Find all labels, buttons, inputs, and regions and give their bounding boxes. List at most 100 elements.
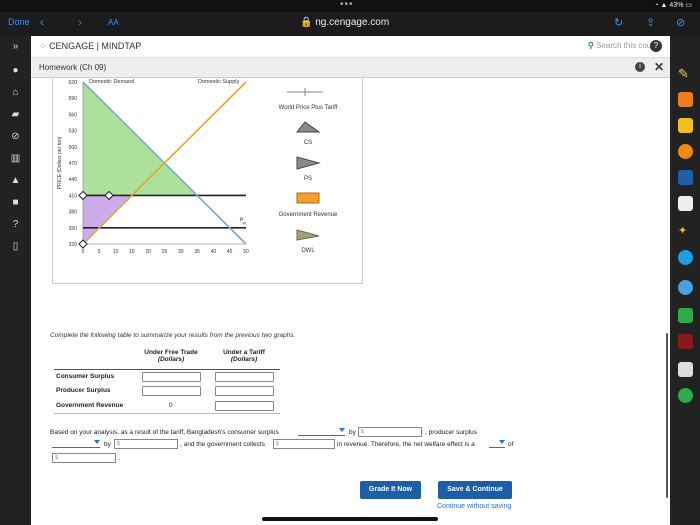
- user-icon[interactable]: ●: [9, 64, 22, 77]
- by-label-2: by: [104, 441, 111, 448]
- legend-cs: CS: [303, 140, 313, 146]
- address-bar[interactable]: 🔒 ng.cengage.com: [300, 17, 389, 28]
- back-icon[interactable]: ‹: [40, 15, 44, 29]
- compass-nav-icon[interactable]: ⊘: [9, 130, 22, 143]
- expand-icon[interactable]: »: [9, 40, 22, 53]
- pw-subscript: W: [242, 221, 246, 225]
- tariff-graph[interactable]: 320 350 380 410 440 470 500 530 560 590 620 0 5 10 15 2…: [53, 78, 283, 258]
- compass-icon[interactable]: ⊘: [676, 16, 685, 29]
- analysis-text-2: , producer surplus: [425, 429, 478, 436]
- producer-surplus-change-dropdown[interactable]: [52, 439, 100, 448]
- done-button[interactable]: Done: [8, 17, 30, 27]
- grade-it-now-button[interactable]: Grade It Now: [360, 481, 421, 499]
- government-revenue-tool[interactable]: [293, 190, 323, 206]
- share-icon[interactable]: ⇪: [646, 16, 655, 29]
- y-tick-label: 500: [69, 145, 78, 151]
- of-label: of: [508, 441, 514, 448]
- forward-icon[interactable]: ›: [78, 15, 82, 29]
- chevron-down-icon: [94, 440, 100, 444]
- legend-dwl: DWL: [301, 248, 315, 254]
- analysis-text-1: Based on your analysis, as a result of t…: [50, 429, 279, 436]
- reader-icon[interactable]: ▥: [9, 152, 22, 165]
- demand-label: Domestic Demand: [89, 79, 134, 85]
- continue-without-saving-link[interactable]: Continue without saving: [437, 503, 511, 510]
- status-bar: ••• ◔ ▲ 43% ▭: [0, 0, 700, 12]
- net-welfare-dropdown[interactable]: [489, 439, 505, 448]
- x-tick-label: 0: [82, 249, 85, 255]
- reload-icon[interactable]: ↻: [614, 16, 623, 29]
- notes-app-icon[interactable]: [678, 196, 693, 211]
- ps-tariff-input[interactable]: [215, 386, 274, 396]
- graduation-icon[interactable]: ▲: [9, 174, 22, 187]
- y-tick-label: 470: [69, 161, 78, 167]
- x-tick-label: 50: [243, 249, 249, 255]
- cengage-app-icon[interactable]: [678, 250, 693, 265]
- x-tick-label: 45: [227, 249, 233, 255]
- battery-indicator: ◔ ▲ 43% ▭: [654, 2, 692, 9]
- col-tariff-header: Under a Tariff (Dollars): [223, 349, 265, 363]
- dwl-tool[interactable]: [293, 228, 323, 242]
- highlight-app-icon[interactable]: [678, 334, 693, 349]
- y-tick-label: 440: [69, 177, 78, 183]
- activity-title: Homework (Ch 09): [39, 63, 107, 72]
- x-tick-label: 40: [211, 249, 217, 255]
- az-app-icon[interactable]: [678, 118, 693, 133]
- table-instruction: Complete the following table to summariz…: [50, 332, 296, 339]
- home-icon[interactable]: ⌂: [9, 86, 22, 99]
- cs-free-trade-input[interactable]: [142, 372, 201, 382]
- cs-change-amount-input[interactable]: $: [358, 427, 422, 437]
- rss-app-icon[interactable]: [678, 92, 693, 107]
- y-tick-label: 530: [69, 129, 78, 135]
- search-icon: ⚲: [588, 41, 594, 50]
- close-icon[interactable]: ✕: [654, 60, 664, 74]
- consumer-surplus-change-dropdown[interactable]: [298, 427, 345, 436]
- x-tick-label: 10: [113, 249, 119, 255]
- cloud-app-icon[interactable]: [678, 280, 693, 295]
- world-price-tariff-tool[interactable]: [285, 84, 325, 100]
- help-icon[interactable]: ?: [9, 218, 22, 231]
- x-tick-label: 20: [145, 249, 151, 255]
- reader-button[interactable]: AA: [108, 18, 119, 27]
- mindtap-header: ⁘ CENGAGE | MINDTAP ⚲ Search this course…: [31, 36, 670, 58]
- graph-panel: 320 350 380 410 440 470 500 530 560 590 620 0 5 10 15 2…: [52, 78, 363, 284]
- net-welfare-amount-input[interactable]: $: [52, 453, 116, 463]
- tools-app-icon[interactable]: ✦: [678, 224, 693, 239]
- y-tick-label: 380: [69, 210, 78, 216]
- browser-toolbar: Done ‹ › AA 🔒 ng.cengage.com ↻ ⇪ ⊘: [0, 12, 700, 36]
- cs-tool[interactable]: [293, 120, 323, 134]
- chevron-down-icon: [499, 440, 505, 444]
- legend-world-price-tariff: World Price Plus Tariff: [278, 105, 338, 111]
- chevron-down-icon: [339, 428, 345, 432]
- gov-revenue-amount-input[interactable]: $: [273, 439, 335, 449]
- analysis-text-4: in revenue. Therefore, the net welfare e…: [337, 441, 475, 448]
- by-label-1: by: [349, 429, 356, 436]
- drive-app-icon[interactable]: [678, 308, 693, 323]
- ps-tool[interactable]: [293, 155, 323, 171]
- more-dots-icon[interactable]: •••: [340, 0, 354, 10]
- notebook-app-icon[interactable]: [678, 170, 693, 185]
- circle-app-icon[interactable]: [678, 388, 693, 403]
- x-tick-label: 5: [98, 249, 101, 255]
- help-button[interactable]: ?: [650, 40, 662, 52]
- doc-app-icon[interactable]: [678, 362, 693, 377]
- home-indicator: [262, 517, 438, 521]
- x-tick-label: 25: [162, 249, 168, 255]
- left-rail: » ● ⌂ ▰ ⊘ ▥ ▲ ■ ? ▯: [0, 36, 31, 525]
- row-government-revenue: Government Revenue: [56, 402, 124, 409]
- y-tick-label: 320: [69, 242, 78, 248]
- book-icon[interactable]: ▰: [9, 108, 22, 121]
- ps-change-amount-input[interactable]: $: [114, 439, 178, 449]
- app-circle-icon[interactable]: [678, 144, 693, 159]
- briefcase-icon[interactable]: ■: [9, 196, 22, 209]
- save-continue-button[interactable]: Save & Continue: [438, 481, 512, 499]
- ps-free-trade-input[interactable]: [142, 386, 201, 396]
- info-icon[interactable]: i: [635, 62, 645, 72]
- cs-tariff-input[interactable]: [215, 372, 274, 382]
- table-bottom-line: [54, 413, 280, 414]
- dictionary-icon[interactable]: ▯: [9, 240, 22, 253]
- scrollbar[interactable]: [666, 333, 668, 498]
- pencil-app-icon[interactable]: ✎: [678, 66, 693, 81]
- gr-tariff-input[interactable]: [215, 401, 274, 411]
- col-free-trade-header: Under Free Trade (Dollars): [144, 349, 198, 363]
- x-tick-label: 35: [194, 249, 200, 255]
